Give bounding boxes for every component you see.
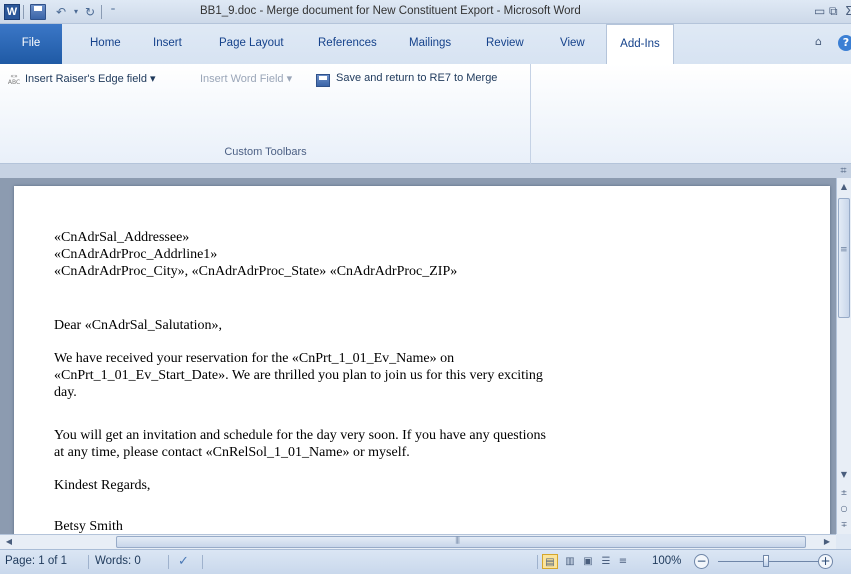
save-return-icon: [316, 74, 330, 87]
horizontal-scroll-thumb[interactable]: [116, 536, 806, 548]
web-layout-icon[interactable]: ▣: [580, 554, 596, 569]
tab-mailings[interactable]: Mailings: [401, 24, 459, 64]
status-separator: [88, 555, 89, 569]
title-bar: W ↶ ▾ ↻ ⁼ BB1_9.doc - Merge document for…: [0, 0, 851, 24]
window-title: BB1_9.doc - Merge document for New Const…: [200, 5, 581, 17]
previous-page-icon[interactable]: ±: [837, 486, 851, 500]
tab-view[interactable]: View: [552, 24, 593, 64]
doc-line-salutation: Dear «CnAdrSal_Salutation»,: [54, 318, 222, 333]
restore-icon[interactable]: ⧉: [829, 4, 838, 18]
outline-view-icon[interactable]: ☰: [598, 554, 614, 569]
tab-page-layout[interactable]: Page Layout: [211, 24, 292, 64]
zoom-slider-thumb[interactable]: [763, 555, 769, 567]
print-layout-view-icon[interactable]: ▤: [542, 554, 558, 569]
tab-insert[interactable]: Insert: [145, 24, 190, 64]
tab-add-ins[interactable]: Add-Ins: [606, 24, 674, 65]
help-icon[interactable]: ?: [838, 35, 851, 51]
zoom-slider[interactable]: [718, 561, 823, 562]
zoom-in-icon[interactable]: +: [818, 554, 833, 569]
doc-line-body-1: We have received your reservation for th…: [54, 351, 455, 366]
word-count[interactable]: Words: 0: [95, 555, 141, 567]
minimize-icon[interactable]: ▭: [814, 4, 825, 18]
group-label: Custom Toolbars: [224, 146, 307, 158]
doc-line-body-3: day.: [54, 385, 77, 400]
undo-icon[interactable]: ↶: [53, 4, 69, 20]
qat-separator: [23, 5, 24, 19]
save-return-button[interactable]: Save and return to RE7 to Merge: [336, 72, 497, 84]
next-page-icon[interactable]: ∓: [837, 518, 851, 532]
ribbon-tabs: File Home Insert Page Layout References …: [0, 24, 851, 65]
scroll-corner: [836, 534, 851, 549]
tab-review[interactable]: Review: [478, 24, 532, 64]
tab-references[interactable]: References: [310, 24, 385, 64]
doc-line-address: «CnAdrAdrProc_Addrline1»: [54, 247, 218, 262]
scroll-left-icon[interactable]: ◀: [2, 535, 16, 549]
horizontal-scrollbar[interactable]: ◀ ▶: [0, 534, 836, 549]
doc-line-body-2: «CnPrt_1_01_Ev_Start_Date». We are thril…: [54, 368, 543, 383]
doc-line-closing: Kindest Regards,: [54, 478, 151, 493]
qat-separator: [101, 5, 102, 19]
custom-toolbars-group: «» ABC Insert Raiser's Edge field ▾ Inser…: [0, 64, 531, 164]
browse-object-icon[interactable]: ○: [837, 502, 851, 516]
field-abc-icon: «» ABC: [7, 73, 21, 86]
close-icon[interactable]: Σ: [845, 4, 851, 18]
tab-home[interactable]: Home: [82, 24, 129, 64]
ribbon: «» ABC Insert Raiser's Edge field ▾ Inser…: [0, 64, 851, 164]
zoom-level[interactable]: 100%: [652, 555, 681, 567]
insert-re-field-button[interactable]: Insert Raiser's Edge field ▾: [25, 72, 156, 85]
scroll-right-icon[interactable]: ▶: [820, 535, 834, 549]
status-bar: Page: 1 of 1 Words: 0 ✓ ▤ ▥ ▣ ☰ ≡ 100% −…: [0, 549, 851, 574]
zoom-out-icon[interactable]: −: [694, 554, 709, 569]
doc-line-addressee: «CnAdrSal_Addressee»: [54, 230, 190, 245]
document-page[interactable]: «CnAdrSal_Addressee» «CnAdrAdrProc_Addrl…: [14, 186, 830, 534]
status-separator: [168, 555, 169, 569]
save-icon[interactable]: [30, 4, 46, 20]
doc-line-body-5: at any time, please contact «CnRelSol_1_…: [54, 445, 410, 460]
document-area: «CnAdrSal_Addressee» «CnAdrAdrProc_Addrl…: [0, 178, 836, 534]
redo-icon[interactable]: ↻: [82, 4, 98, 20]
draft-view-icon[interactable]: ≡: [615, 554, 631, 569]
scroll-up-icon[interactable]: ▲: [837, 180, 851, 194]
customize-qat-icon[interactable]: ⁼: [105, 4, 121, 20]
status-separator: [202, 555, 203, 569]
minimize-ribbon-icon[interactable]: ⌂: [815, 35, 822, 48]
vertical-scroll-thumb[interactable]: [838, 198, 850, 318]
tab-file[interactable]: File: [0, 24, 62, 64]
full-screen-reading-icon[interactable]: ▥: [562, 554, 578, 569]
page-count[interactable]: Page: 1 of 1: [5, 555, 67, 567]
ruler-strip: ⌗: [0, 164, 851, 178]
scroll-down-icon[interactable]: ▼: [837, 468, 851, 482]
vertical-scrollbar[interactable]: ▲ ▼ ± ○ ∓: [836, 178, 851, 534]
insert-word-field-button[interactable]: Insert Word Field ▾: [200, 72, 292, 85]
doc-line-signature: Betsy Smith: [54, 519, 123, 534]
doc-line-city-state-zip: «CnAdrAdrProc_City», «CnAdrAdrProc_State…: [54, 264, 458, 279]
doc-line-body-4: You will get an invitation and schedule …: [54, 428, 546, 443]
word-logo-icon[interactable]: W: [4, 4, 20, 20]
view-ruler-icon[interactable]: ⌗: [836, 164, 851, 178]
proofing-icon[interactable]: ✓: [178, 554, 189, 569]
status-separator: [537, 555, 538, 569]
